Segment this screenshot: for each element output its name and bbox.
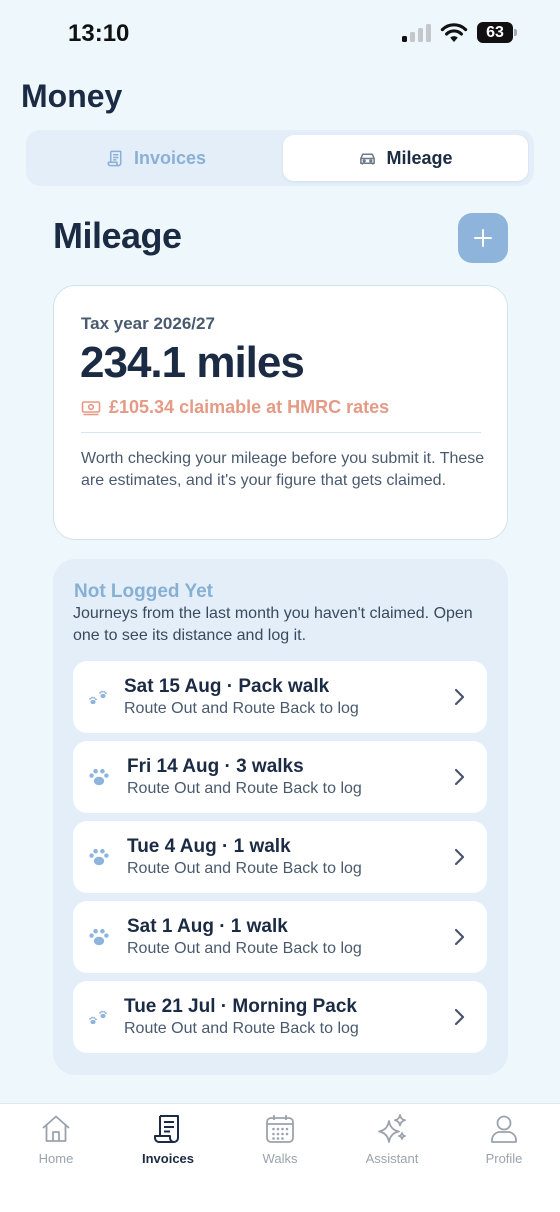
tab-bar-label: Walks [262, 1151, 298, 1166]
paw-icon [89, 928, 109, 946]
paw-pair-icon [89, 690, 107, 705]
tab-mileage[interactable]: Mileage [283, 135, 528, 181]
battery-icon: 63 [477, 22, 517, 43]
tab-bar-invoices[interactable]: Invoices [118, 1112, 218, 1172]
tab-bar-label: Home [38, 1151, 74, 1166]
paw-pair-icon [89, 1010, 107, 1025]
journey-subtitle: Route Out and Route Back to log [127, 780, 362, 797]
claimable-amount: £105.34 claimable at HMRC rates [81, 397, 389, 418]
journey-item[interactable]: Fri 14 Aug · 3 walks Route Out and Route… [73, 741, 487, 813]
money-segmented-control: Invoices Mileage [26, 130, 534, 186]
journey-item[interactable]: Tue 4 Aug · 1 walk Route Out and Route B… [73, 821, 487, 893]
cellular-signal-icon [402, 24, 434, 42]
not-logged-panel: Not Logged Yet Journeys from the last mo… [53, 559, 508, 1075]
receipt-icon [154, 1115, 179, 1143]
tab-invoices[interactable]: Invoices [32, 135, 280, 181]
tab-bar-label: Invoices [141, 1151, 195, 1166]
journey-title: Tue 4 Aug · 1 walk [127, 836, 291, 857]
tab-mileage-label: Mileage [386, 147, 453, 168]
plus-icon [474, 229, 492, 247]
tab-bar-walks[interactable]: Walks [230, 1112, 330, 1172]
not-logged-description: Journeys from the last month you haven't… [73, 605, 473, 644]
journey-title: Sat 15 Aug · Pack walk [124, 676, 330, 697]
journey-subtitle: Route Out and Route Back to log [124, 700, 359, 717]
tax-year-label: Tax year 2026/27 [81, 314, 215, 333]
section-title: Mileage [53, 215, 182, 256]
tab-bar-profile[interactable]: Profile [454, 1112, 554, 1172]
chevron-right-icon [454, 1008, 465, 1026]
battery-level: 63 [477, 22, 513, 43]
tab-invoices-label: Invoices [133, 147, 207, 168]
journey-subtitle: Route Out and Route Back to log [124, 1020, 359, 1037]
receipt-icon [107, 150, 122, 166]
journey-subtitle: Route Out and Route Back to log [127, 940, 362, 957]
not-logged-title: Not Logged Yet [74, 581, 213, 602]
total-miles: 234.1 miles [80, 338, 305, 387]
home-icon [42, 1115, 70, 1142]
sparkles-icon [378, 1114, 406, 1143]
person-icon [491, 1115, 517, 1143]
journey-item[interactable]: Sat 15 Aug · Pack walk Route Out and Rou… [73, 661, 487, 733]
journey-title: Fri 14 Aug · 3 walks [127, 756, 304, 777]
tab-bar-assistant[interactable]: Assistant [342, 1112, 442, 1172]
journey-subtitle: Route Out and Route Back to log [127, 860, 362, 877]
status-time: 13:10 [68, 20, 130, 47]
tab-bar-home[interactable]: Home [6, 1112, 106, 1172]
mileage-summary-card: Tax year 2026/27 234.1 miles £105.34 cla… [53, 285, 508, 540]
tab-bar-label: Profile [485, 1151, 523, 1166]
claimable-text: £105.34 claimable at HMRC rates [109, 397, 390, 417]
status-bar: 13:10 63 [0, 0, 560, 66]
journey-item[interactable]: Sat 1 Aug · 1 walk Route Out and Route B… [73, 901, 487, 973]
chevron-right-icon [454, 688, 465, 706]
journey-title: Tue 21 Jul · Morning Pack [124, 996, 357, 1017]
banknote-icon [81, 400, 101, 415]
chevron-right-icon [454, 768, 465, 786]
mileage-note: Worth checking your mileage before you s… [81, 450, 485, 489]
card-divider [81, 432, 481, 433]
chevron-right-icon [454, 928, 465, 946]
paw-icon [89, 848, 109, 866]
tab-bar: Home Invoices Walks Assistant Profile [0, 1103, 560, 1212]
tab-bar-label: Assistant [365, 1151, 419, 1166]
journey-item[interactable]: Tue 21 Jul · Morning Pack Route Out and … [73, 981, 487, 1053]
add-mileage-button[interactable] [458, 213, 508, 263]
wifi-icon [440, 23, 468, 42]
paw-icon [89, 768, 109, 786]
calendar-icon [266, 1115, 294, 1143]
chevron-right-icon [454, 848, 465, 866]
car-icon [360, 152, 376, 165]
journey-title: Sat 1 Aug · 1 walk [127, 916, 288, 937]
screen-title: Money [21, 78, 123, 114]
